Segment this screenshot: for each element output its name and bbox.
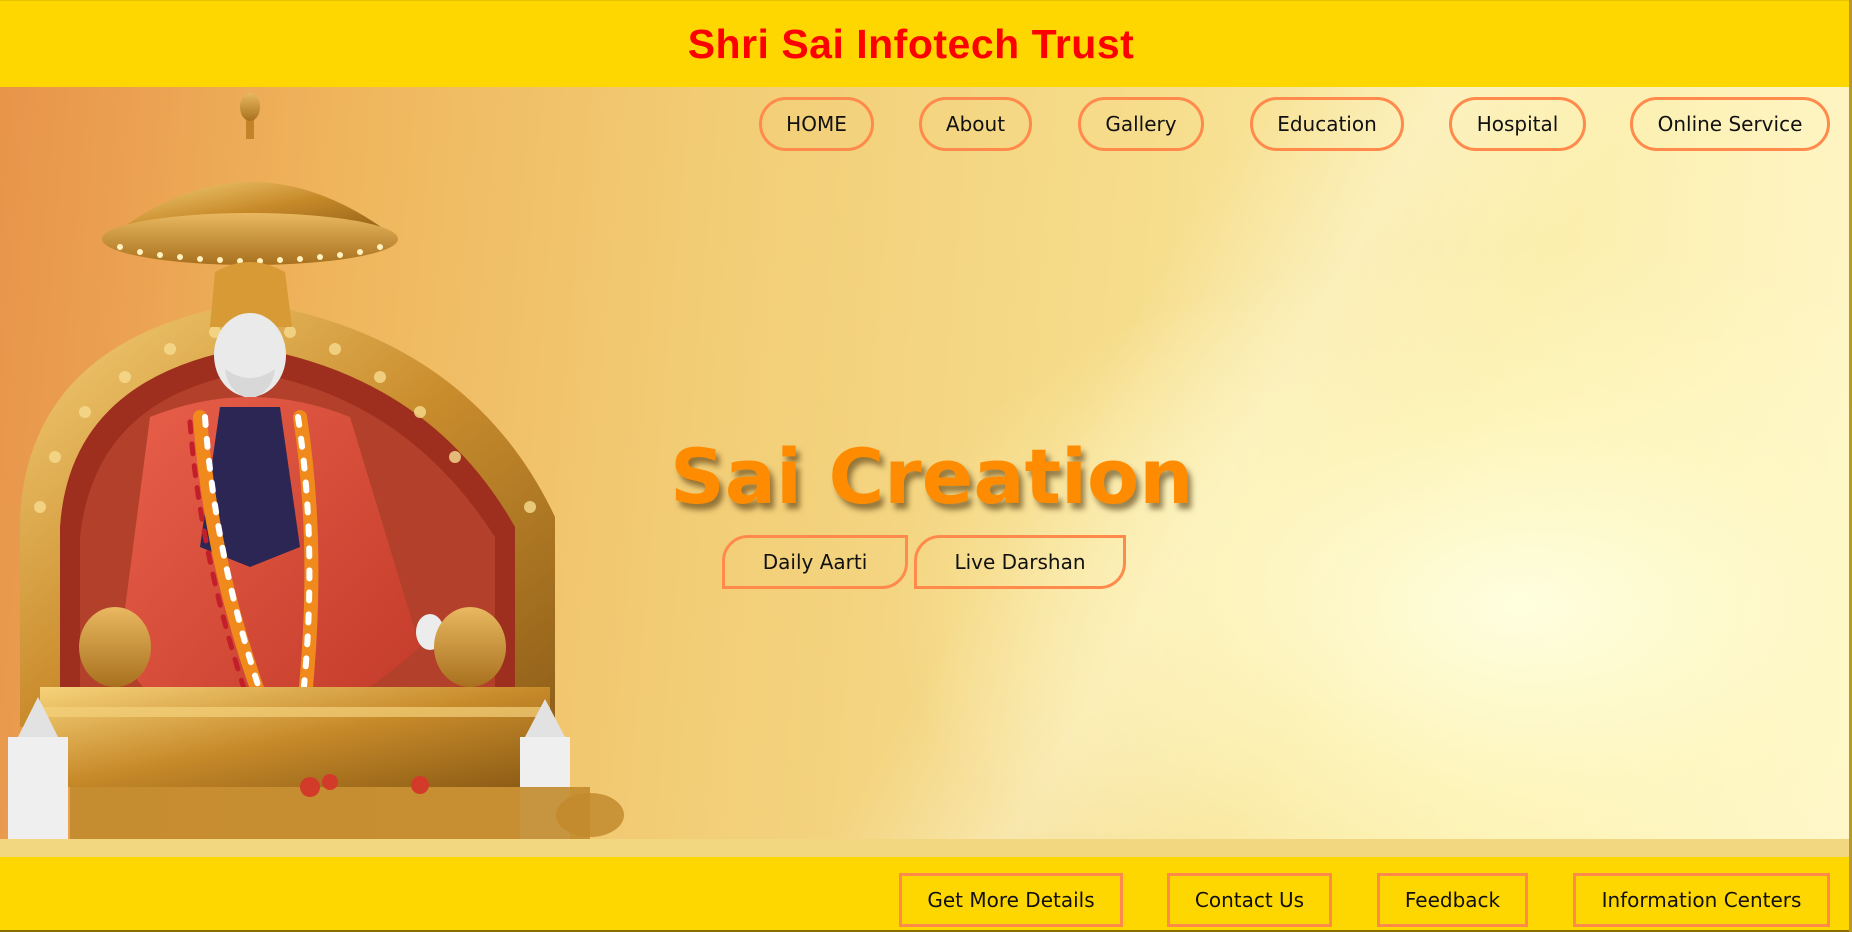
site-header: Shri Sai Infotech Trust xyxy=(0,0,1852,87)
nav-gallery-button[interactable]: Gallery xyxy=(1078,97,1204,151)
nav-education-button[interactable]: Education xyxy=(1250,97,1404,151)
feedback-button[interactable]: Feedback xyxy=(1377,873,1528,927)
sai-baba-idol-image xyxy=(8,93,624,839)
get-more-details-button[interactable]: Get More Details xyxy=(899,873,1123,927)
hero-bottom-strip xyxy=(0,839,1852,857)
information-centers-button[interactable]: Information Centers xyxy=(1573,873,1830,927)
hero-section: HOME About Gallery Education Hospital On… xyxy=(0,87,1852,857)
site-title: Shri Sai Infotech Trust xyxy=(687,20,1135,67)
contact-us-button[interactable]: Contact Us xyxy=(1167,873,1332,927)
nav-about-button[interactable]: About xyxy=(919,97,1032,151)
page: Shri Sai Infotech Trust HOME About Galle… xyxy=(0,0,1852,932)
daily-aarti-button[interactable]: Daily Aarti xyxy=(722,535,908,589)
nav-hospital-button[interactable]: Hospital xyxy=(1449,97,1586,151)
live-darshan-button[interactable]: Live Darshan xyxy=(914,535,1126,589)
nav-home-button[interactable]: HOME xyxy=(759,97,874,151)
nav-online-service-button[interactable]: Online Service xyxy=(1630,97,1830,151)
brand-title: Sai Creation xyxy=(670,432,1194,521)
site-footer: Get More Details Contact Us Feedback Inf… xyxy=(0,857,1852,932)
main-nav: HOME About Gallery Education Hospital On… xyxy=(0,92,1852,152)
